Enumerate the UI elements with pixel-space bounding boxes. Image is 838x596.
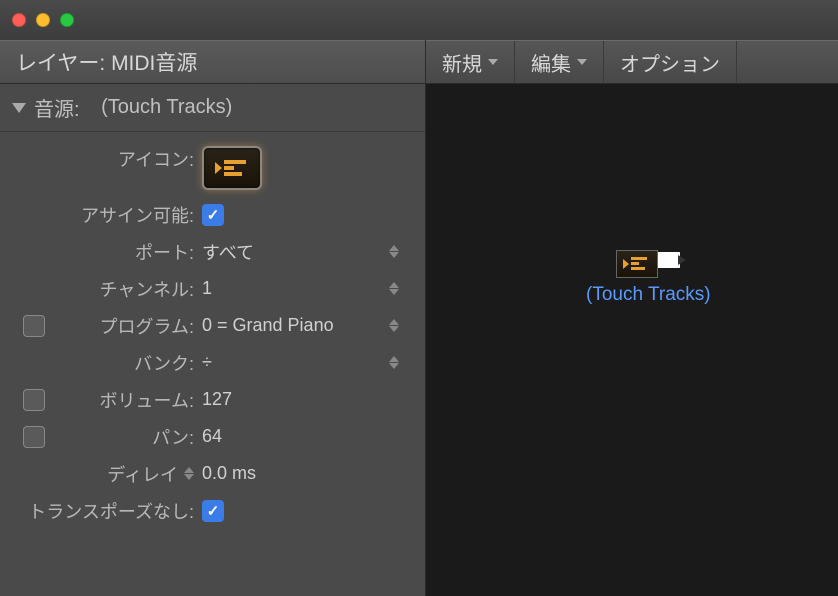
pan-label: パン: xyxy=(50,424,202,450)
main-area: 新規 編集 オプション xyxy=(426,40,838,596)
volume-label: ボリューム: xyxy=(50,387,202,413)
assignable-checkbox[interactable] xyxy=(202,204,224,226)
instrument-icon-picker[interactable] xyxy=(202,146,262,190)
properties-panel: アイコン: xyxy=(0,132,425,539)
chevron-up-icon[interactable] xyxy=(389,319,399,325)
edit-label: 編集 xyxy=(531,48,571,77)
no-transpose-checkbox[interactable] xyxy=(202,500,224,522)
transpose-property-row: トランスポーズなし: xyxy=(0,492,407,529)
section-header[interactable]: 音源: (Touch Tracks) xyxy=(0,84,425,132)
toolbar: 新規 編集 オプション xyxy=(426,40,838,84)
new-menu-button[interactable]: 新規 xyxy=(426,41,515,83)
bank-value: ÷ xyxy=(202,352,212,373)
chevron-down-icon xyxy=(577,59,587,65)
delay-value-field[interactable]: 0.0 ms xyxy=(202,463,407,484)
chevron-down-icon[interactable] xyxy=(389,289,399,295)
touch-tracks-icon xyxy=(621,254,653,274)
port-value: すべて xyxy=(202,239,254,265)
chevron-up-icon[interactable] xyxy=(389,356,399,362)
edit-menu-button[interactable]: 編集 xyxy=(515,41,604,83)
channel-value: 1 xyxy=(202,278,212,299)
volume-stepper[interactable]: 127 xyxy=(202,389,407,410)
icon-label: アイコン: xyxy=(50,146,202,172)
bank-property-row: バンク: ÷ xyxy=(18,344,407,381)
chevron-down-icon xyxy=(488,59,498,65)
delay-property-row: ディレイ 0.0 ms xyxy=(18,455,407,492)
layer-header[interactable]: レイヤー: MIDI音源 xyxy=(0,40,425,84)
pan-enable-checkbox[interactable] xyxy=(23,426,45,448)
minimize-window-button[interactable] xyxy=(36,13,50,27)
pan-value: 64 xyxy=(202,426,222,447)
volume-enable-checkbox[interactable] xyxy=(23,389,45,411)
chevron-down-icon[interactable] xyxy=(389,252,399,258)
pan-property-row: パン: 64 xyxy=(18,418,407,455)
close-window-button[interactable] xyxy=(12,13,26,27)
chevron-up-icon[interactable] xyxy=(389,245,399,251)
program-enable-checkbox[interactable] xyxy=(23,315,45,337)
options-label: オプション xyxy=(620,48,720,77)
program-select[interactable]: 0 = Grand Piano xyxy=(202,315,407,336)
program-label: プログラム: xyxy=(50,313,202,339)
layer-value: MIDI音源 xyxy=(111,47,197,77)
transpose-label: トランスポーズなし: xyxy=(0,498,202,524)
assignable-property-row: アサイン可能: xyxy=(18,196,407,233)
environment-canvas[interactable]: (Touch Tracks) xyxy=(426,84,838,596)
chevron-down-icon[interactable] xyxy=(389,326,399,332)
new-label: 新規 xyxy=(442,48,482,77)
chevron-down-icon[interactable] xyxy=(389,363,399,369)
chevron-up-icon[interactable] xyxy=(389,282,399,288)
zoom-window-button[interactable] xyxy=(60,13,74,27)
chevron-up-icon[interactable] xyxy=(184,467,194,473)
chevron-down-icon[interactable] xyxy=(184,474,194,480)
layer-label: レイヤー: xyxy=(16,47,105,77)
section-label: 音源: xyxy=(34,93,80,122)
object-icon xyxy=(616,250,658,278)
channel-property-row: チャンネル: 1 xyxy=(18,270,407,307)
window-titlebar xyxy=(0,0,838,40)
program-property-row: プログラム: 0 = Grand Piano xyxy=(18,307,407,344)
options-menu-button[interactable]: オプション xyxy=(604,41,737,83)
object-label[interactable]: (Touch Tracks) xyxy=(586,284,711,306)
port-select[interactable]: すべて xyxy=(202,239,407,265)
port-property-row: ポート: すべて xyxy=(18,233,407,270)
object-output-port[interactable] xyxy=(658,252,680,268)
bank-select[interactable]: ÷ xyxy=(202,352,407,373)
port-label: ポート: xyxy=(50,239,202,265)
section-value: (Touch Tracks) xyxy=(101,96,232,119)
disclosure-triangle-icon[interactable] xyxy=(12,103,26,113)
touch-tracks-icon xyxy=(212,155,252,181)
channel-label: チャンネル: xyxy=(50,276,202,302)
bank-label: バンク: xyxy=(50,350,202,376)
icon-property-row: アイコン: xyxy=(18,142,407,196)
pan-stepper[interactable]: 64 xyxy=(202,426,407,447)
channel-stepper[interactable]: 1 xyxy=(202,278,407,299)
delay-label: ディレイ xyxy=(107,461,178,487)
volume-value: 127 xyxy=(202,389,232,410)
delay-value: 0.0 ms xyxy=(202,463,256,484)
inspector-sidebar: レイヤー: MIDI音源 音源: (Touch Tracks) アイコン: xyxy=(0,40,426,596)
volume-property-row: ボリューム: 127 xyxy=(18,381,407,418)
assignable-label: アサイン可能: xyxy=(50,202,202,228)
program-value: 0 = Grand Piano xyxy=(202,315,334,336)
touch-tracks-object[interactable]: (Touch Tracks) xyxy=(586,250,711,306)
